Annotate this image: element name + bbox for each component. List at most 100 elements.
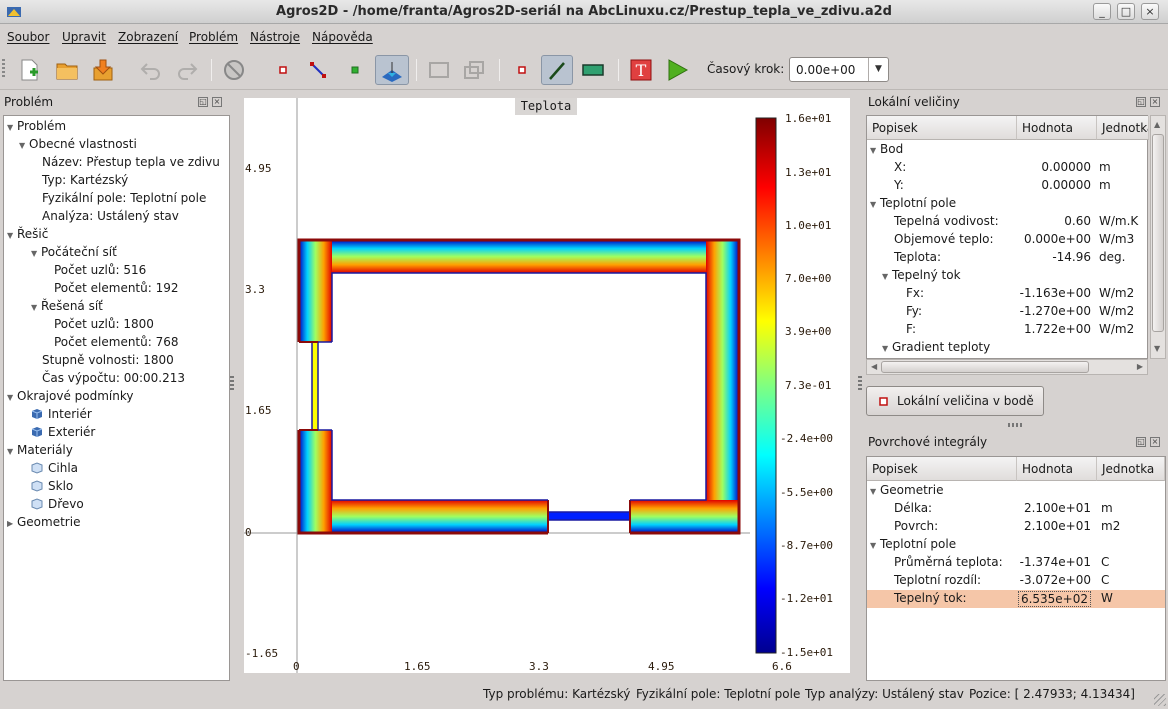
postprocessor-button[interactable] xyxy=(375,55,409,85)
tree-item-field[interactable]: Fyzikální pole: Teplotní pole xyxy=(42,191,206,205)
header-value[interactable]: Hodnota xyxy=(1017,457,1097,481)
close-button[interactable]: × xyxy=(1141,3,1159,20)
header-label[interactable]: Popisek xyxy=(867,116,1017,140)
save-file-button[interactable] xyxy=(88,55,118,85)
scroll-left-icon[interactable]: ◀ xyxy=(871,362,877,371)
tree-item-boundaries[interactable]: ▼ Okrajové podmínky xyxy=(7,389,133,403)
tree-item-geometry[interactable]: ▶ Geometrie xyxy=(7,515,80,529)
menu-problem[interactable]: Problém xyxy=(189,30,238,44)
report-button[interactable]: T xyxy=(626,55,656,85)
table-row[interactable]: Průměrná teplota: -1.374e+01 C xyxy=(867,555,1165,573)
table-row[interactable]: ▼ Teplotní pole xyxy=(867,537,1165,555)
tree-item-solve-time[interactable]: Čas výpočtu: 00:00.213 xyxy=(42,371,185,385)
node-mode-button[interactable] xyxy=(268,55,298,85)
tree-item-brick[interactable]: Cihla xyxy=(31,461,78,475)
tree-item-initial-nodes[interactable]: Počet uzlů: 516 xyxy=(54,263,146,277)
horizontal-scrollbar[interactable]: ◀ ▶ xyxy=(866,359,1148,375)
surface-integral-button[interactable] xyxy=(578,55,608,85)
scene-copy-button[interactable] xyxy=(459,55,489,85)
minimize-button[interactable]: _ xyxy=(1093,3,1111,20)
line-integral-button[interactable] xyxy=(541,55,573,85)
dock-splitter[interactable] xyxy=(230,376,234,390)
label-mode-button[interactable] xyxy=(340,55,370,85)
tree-item-glass[interactable]: Sklo xyxy=(31,479,73,493)
table-row[interactable]: Y: 0.00000 m xyxy=(867,178,1147,196)
float-icon[interactable]: ◱ xyxy=(1136,97,1146,107)
scrollbar-thumb[interactable] xyxy=(881,361,1089,373)
expanded-arrow-icon[interactable]: ▼ xyxy=(870,541,880,550)
tree-item-name[interactable]: Název: Přestup tepla ve zdivu xyxy=(42,155,220,169)
scroll-right-icon[interactable]: ▶ xyxy=(1137,362,1143,371)
expanded-arrow-icon[interactable]: ▼ xyxy=(882,272,892,281)
table-row[interactable]: Fx: -1.163e+00 W/m2 xyxy=(867,286,1147,304)
table-row[interactable]: ▼ Bod xyxy=(867,142,1147,160)
expanded-arrow-icon[interactable]: ▼ xyxy=(7,393,17,402)
tree-item-dofs[interactable]: Stupně volnosti: 1800 xyxy=(42,353,174,367)
table-row[interactable]: Délka: 2.100e+01 m xyxy=(867,501,1165,519)
table-row-selected[interactable]: Tepelný tok: 6.535e+02 W xyxy=(867,590,1165,608)
table-row[interactable]: Teplotní rozdíl: -3.072e+00 C xyxy=(867,573,1165,591)
problem-tree[interactable]: ▼ Problém ▼ Obecné vlastnosti Název: Přest… xyxy=(3,115,230,681)
resize-grip[interactable] xyxy=(1154,694,1166,706)
float-icon[interactable]: ◱ xyxy=(198,97,208,107)
menu-upravit[interactable]: Upravit xyxy=(62,30,106,44)
local-values-table[interactable]: Popisek Hodnota Jednotka ▼Bod X:0.00000m… xyxy=(866,115,1149,359)
close-icon[interactable]: × xyxy=(1150,97,1160,107)
close-icon[interactable]: × xyxy=(1150,437,1160,447)
open-file-button[interactable] xyxy=(52,55,82,85)
scroll-down-icon[interactable]: ▼ xyxy=(1154,344,1160,353)
scene-view[interactable] xyxy=(244,98,850,673)
table-row[interactable]: Tepelná vodivost: 0.60 W/m.K xyxy=(867,214,1147,232)
tree-item-type[interactable]: Typ: Kartézský xyxy=(42,173,128,187)
tree-item-interior[interactable]: Interiér xyxy=(31,407,92,421)
table-row[interactable]: Povrch: 2.100e+01 m2 xyxy=(867,519,1165,537)
surface-integrals-table[interactable]: Popisek Hodnota Jednotka ▼ Geometrie Délk… xyxy=(866,456,1166,681)
close-icon[interactable]: × xyxy=(212,97,222,107)
table-row[interactable]: Objemové teplo: 0.000e+00 W/m3 xyxy=(867,232,1147,250)
tree-item-general[interactable]: ▼ Obecné vlastnosti xyxy=(19,137,137,151)
chevron-down-icon[interactable]: ▼ xyxy=(868,58,888,81)
menu-zobrazeni[interactable]: Zobrazení xyxy=(118,30,178,44)
tree-item-solved-elements[interactable]: Počet elementů: 768 xyxy=(54,335,179,349)
scroll-up-icon[interactable]: ▲ xyxy=(1154,120,1160,129)
redo-button[interactable] xyxy=(172,55,202,85)
expanded-arrow-icon[interactable]: ▼ xyxy=(882,344,892,353)
table-row[interactable]: Fy: -1.270e+00 W/m2 xyxy=(867,304,1147,322)
float-icon[interactable]: ◱ xyxy=(1136,437,1146,447)
expanded-arrow-icon[interactable]: ▼ xyxy=(31,249,41,258)
dock-splitter[interactable] xyxy=(1008,423,1024,427)
temperature-plot[interactable] xyxy=(244,98,850,673)
toolbar-handle[interactable] xyxy=(2,59,5,79)
expanded-arrow-icon[interactable]: ▼ xyxy=(19,141,29,150)
expanded-arrow-icon[interactable]: ▼ xyxy=(7,447,17,456)
new-file-button[interactable] xyxy=(14,55,44,85)
header-value[interactable]: Hodnota xyxy=(1017,116,1097,140)
menu-nastroje[interactable]: Nástroje xyxy=(250,30,300,44)
undo-button[interactable] xyxy=(136,55,166,85)
scrollbar-thumb[interactable] xyxy=(1152,134,1164,332)
tree-item-analysis[interactable]: Analýza: Ustálený stav xyxy=(42,209,179,223)
expanded-arrow-icon[interactable]: ▼ xyxy=(7,231,17,240)
maximize-button[interactable]: □ xyxy=(1117,3,1135,20)
table-row[interactable]: ▼ Gradient teploty xyxy=(867,340,1147,358)
table-row[interactable]: ▼ Geometrie xyxy=(867,483,1165,501)
scene-rect-button[interactable] xyxy=(424,55,454,85)
point-select-button[interactable] xyxy=(507,55,537,85)
tree-item-exterior[interactable]: Exteriér xyxy=(31,425,95,439)
table-row[interactable]: ▼ Teplotní pole xyxy=(867,196,1147,214)
stop-button[interactable] xyxy=(219,55,249,85)
expanded-arrow-icon[interactable]: ▼ xyxy=(870,200,880,209)
header-label[interactable]: Popisek xyxy=(867,457,1017,481)
menu-soubor[interactable]: Soubor xyxy=(7,30,49,44)
header-unit[interactable]: Jednotka xyxy=(1097,457,1165,481)
vertical-scrollbar[interactable]: ▲ ▼ xyxy=(1150,115,1166,359)
tree-item-solved-nodes[interactable]: Počet uzlů: 1800 xyxy=(54,317,154,331)
local-value-at-point-button[interactable]: Lokální veličina v bodě xyxy=(866,386,1044,416)
table-row[interactable]: Teplota: -14.96 deg. xyxy=(867,250,1147,268)
tree-item-solver[interactable]: ▼ Řešič xyxy=(7,227,48,241)
tree-item-wood[interactable]: Dřevo xyxy=(31,497,84,511)
header-unit[interactable]: Jednotka xyxy=(1097,116,1149,140)
tree-item-initial-elements[interactable]: Počet elementů: 192 xyxy=(54,281,179,295)
collapsed-arrow-icon[interactable]: ▶ xyxy=(7,519,17,528)
solve-button[interactable] xyxy=(662,55,692,85)
